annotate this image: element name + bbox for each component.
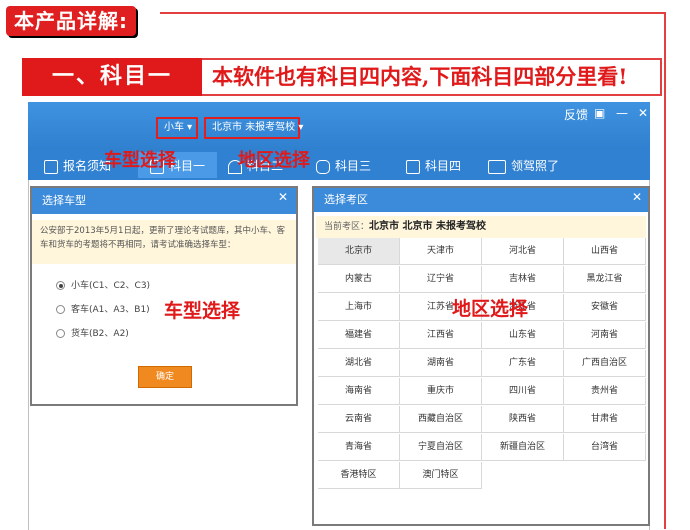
- nav-label: 科目四: [425, 159, 462, 173]
- close-window-button[interactable]: ✕: [638, 106, 648, 120]
- region-cell[interactable]: 河南省: [564, 322, 646, 349]
- region-cell[interactable]: 北京市: [318, 238, 400, 265]
- region-annotation-top: 地区选择: [238, 150, 310, 171]
- nav-item-registration[interactable]: 报名须知: [44, 152, 111, 180]
- region-cell[interactable]: 福建省: [318, 322, 400, 349]
- region-cell[interactable]: 四川省: [482, 378, 564, 405]
- region-cell[interactable]: 西藏自治区: [400, 406, 482, 433]
- region-cell[interactable]: 山西省: [564, 238, 646, 265]
- region-cell[interactable]: 广东省: [482, 350, 564, 377]
- radio-icon: [56, 329, 65, 338]
- region-cell[interactable]: 海南省: [318, 378, 400, 405]
- region-cell[interactable]: 山东省: [482, 322, 564, 349]
- region-annotation: 地区选择: [452, 298, 529, 320]
- region-cell[interactable]: 广西自治区: [564, 350, 646, 377]
- car-option-truck[interactable]: 货车(B2、A2): [56, 326, 129, 339]
- option-label: 货车(B2、A2): [71, 329, 129, 339]
- region-cell[interactable]: 陕西省: [482, 406, 564, 433]
- region-cell[interactable]: 天津市: [400, 238, 482, 265]
- close-icon[interactable]: ✕: [278, 190, 288, 204]
- current-region-label: 当前考区：: [324, 222, 370, 232]
- exam-notice: 公安部于2013年5月1日起，更新了理论考试题库，其中小车、客车和货车的考题将不…: [32, 220, 296, 264]
- region-dialog-title: 选择考区: [314, 188, 648, 212]
- section-description: 本软件也有科目四内容,下面科目四部分里看!: [212, 64, 628, 89]
- frame-top-line: [160, 12, 666, 14]
- region-cell[interactable]: 新疆自治区: [482, 434, 564, 461]
- nav-label: 科目三: [335, 159, 372, 173]
- region-cell[interactable]: 宁夏自治区: [400, 434, 482, 461]
- minimize-button[interactable]: —: [616, 106, 628, 120]
- region-cell[interactable]: 甘肃省: [564, 406, 646, 433]
- radio-checked-icon: [56, 281, 65, 290]
- region-cell[interactable]: 黑龙江省: [564, 266, 646, 293]
- nav-item-license[interactable]: 领驾照了: [488, 152, 559, 180]
- car-type-annotation: 车型选择: [164, 300, 241, 322]
- region-cell[interactable]: 江西省: [400, 322, 482, 349]
- region-cell[interactable]: 青海省: [318, 434, 400, 461]
- region-cell[interactable]: 河北省: [482, 238, 564, 265]
- frame-right-line: [664, 12, 666, 529]
- confirm-button[interactable]: 确定: [138, 366, 192, 388]
- region-cell[interactable]: 云南省: [318, 406, 400, 433]
- car-option-small[interactable]: 小车(C1、C2、C3): [56, 278, 150, 291]
- close-icon[interactable]: ✕: [632, 190, 642, 204]
- car-icon: [316, 159, 330, 174]
- car-dialog-title: 选择车型: [32, 188, 296, 214]
- car-type-selector[interactable]: 小车 ▾: [156, 117, 198, 139]
- region-selector[interactable]: 北京市 未报考驾校 ▾: [204, 117, 303, 139]
- skin-icon[interactable]: ▣: [594, 106, 605, 120]
- nav-item-subject3[interactable]: 科目三: [316, 152, 371, 180]
- region-cell[interactable]: 湖南省: [400, 350, 482, 377]
- nav-label: 领驾照了: [511, 159, 560, 173]
- region-cell[interactable]: 上海市: [318, 294, 400, 321]
- region-cell[interactable]: 重庆市: [400, 378, 482, 405]
- region-cell[interactable]: 内蒙古: [318, 266, 400, 293]
- app-titlebar: [28, 102, 650, 152]
- nav-item-subject4[interactable]: 科目四: [406, 152, 461, 180]
- car-option-bus[interactable]: 客车(A1、A3、B1): [56, 302, 150, 315]
- document-icon: [44, 159, 58, 174]
- section-label: 一、科目一: [22, 58, 202, 96]
- car-type-annotation-top: 车型选择: [104, 150, 176, 171]
- region-cell[interactable]: 台湾省: [564, 434, 646, 461]
- product-detail-tag: 本产品详解:: [6, 6, 136, 36]
- current-region-value: 北京市 北京市 未报考驾校: [369, 221, 486, 232]
- option-label: 客车(A1、A3、B1): [71, 305, 150, 315]
- region-cell[interactable]: 澳门特区: [400, 462, 482, 489]
- region-cell[interactable]: 吉林省: [482, 266, 564, 293]
- radio-icon: [56, 305, 65, 314]
- current-region: 当前考区：北京市 北京市 未报考驾校: [316, 216, 646, 238]
- book-icon: [406, 159, 420, 174]
- region-cell[interactable]: 辽宁省: [400, 266, 482, 293]
- feedback-button[interactable]: 反馈: [564, 106, 588, 123]
- region-cell[interactable]: 安徽省: [564, 294, 646, 321]
- region-cell[interactable]: 香港特区: [318, 462, 400, 489]
- license-icon: [488, 159, 506, 174]
- option-label: 小车(C1、C2、C3): [71, 281, 151, 291]
- region-cell[interactable]: 湖北省: [318, 350, 400, 377]
- region-cell[interactable]: 贵州省: [564, 378, 646, 405]
